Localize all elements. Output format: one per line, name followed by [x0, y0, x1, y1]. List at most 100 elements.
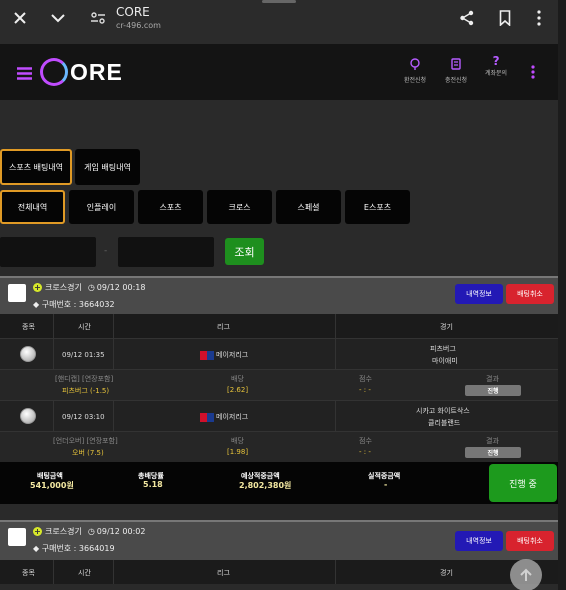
bet-type: 크로스경기 — [45, 283, 82, 292]
baseball-icon — [20, 346, 36, 362]
date-from-input[interactable] — [0, 237, 96, 267]
away-team: 마이애미 — [432, 357, 458, 365]
date-to-input[interactable] — [118, 237, 214, 267]
bet-table-header: 종목 시간 리그 경기 — [0, 314, 558, 338]
score-value: - : - — [359, 386, 371, 394]
bet-pick-row: [언더오버] [연장포함] 오버 (7.5) 배당 [1.98] 점수 - : … — [0, 431, 558, 462]
bet-table-header: 종목 시간 리그 경기 — [0, 560, 558, 584]
date-separator: - — [104, 246, 108, 256]
tab-sports-history[interactable]: 스포츠 배팅내역 — [0, 149, 72, 185]
game-time: 09/12 01:35 — [62, 351, 105, 359]
baseball-icon — [20, 408, 36, 424]
share-icon[interactable] — [455, 6, 479, 30]
url-text: cr-496.com — [116, 21, 161, 30]
menu-withdraw-label: 환전신청 — [404, 77, 427, 84]
menu-account-inquiry[interactable]: ? 계좌문의 — [485, 55, 507, 77]
menu-account-label: 계좌문의 — [485, 70, 508, 77]
game-row: 09/12 01:35 메이저리그 피츠버그 마이애미 — [0, 338, 558, 370]
col-match: 경기 — [440, 323, 453, 331]
league-name: 메이저리그 — [216, 351, 249, 359]
actual-win: - — [384, 480, 388, 489]
site-more-icon[interactable] — [531, 64, 535, 83]
bet-card: + 크로스경기 ◷ 09/12 00:18 ◆ 구매번호 : 3664032 내… — [0, 276, 558, 504]
bet-card-header: + 크로스경기 ◷ 09/12 00:18 ◆ 구매번호 : 3664032 내… — [0, 276, 558, 314]
subtab-sports[interactable]: 스포츠 — [138, 190, 203, 224]
bet-id-line: ◆ 구매번호 : 3664032 — [33, 299, 115, 310]
pick-value: 오버 (7.5) — [72, 449, 104, 457]
market-label: [핸디캡] [연장포함] — [55, 375, 114, 383]
away-team: 클리블랜드 — [428, 419, 461, 427]
tag-icon: ◆ — [33, 300, 42, 309]
url-box[interactable]: CORE cr-496.com — [116, 5, 161, 30]
site-logo[interactable]: ORE — [40, 58, 123, 86]
question-icon: ? — [492, 54, 500, 68]
menu-deposit-label: 충전신청 — [445, 77, 468, 84]
bet-type-line: + 크로스경기 ◷ 09/12 00:02 — [33, 526, 145, 537]
bookmark-icon[interactable] — [493, 6, 517, 30]
tag-icon: ◆ — [33, 544, 42, 553]
bet-pick-row: [핸디캡] [연장포함] 피츠버그 (-1.5) 배당 [2.62] 점수 - … — [0, 369, 558, 400]
bet-summary: 배팅금액 541,000원 총배당률 5.18 예상적중금액 2,802,380… — [0, 462, 558, 504]
score-value: - : - — [359, 448, 371, 456]
cancel-bet-button[interactable]: 배팅취소 — [506, 531, 554, 551]
pick-value: 피츠버그 (-1.5) — [62, 387, 110, 395]
status-badge: 진행 — [465, 385, 521, 396]
withdraw-icon — [410, 58, 420, 70]
cancel-bet-button[interactable]: 배팅취소 — [506, 284, 554, 304]
result-label: 결과 — [486, 437, 499, 445]
close-icon[interactable] — [8, 6, 32, 30]
search-button[interactable]: 조회 — [225, 238, 264, 265]
subtab-all[interactable]: 전체내역 — [0, 190, 65, 224]
subtab-inplay[interactable]: 인플레이 — [69, 190, 134, 224]
menu-deposit[interactable]: 충전신청 — [445, 55, 467, 84]
drag-handle[interactable] — [262, 0, 296, 3]
plus-circle-icon[interactable]: + — [33, 283, 42, 292]
game-league: 메이저리그 — [200, 412, 248, 422]
col-league: 리그 — [217, 323, 230, 331]
detail-button[interactable]: 내역정보 — [455, 531, 503, 551]
detail-button[interactable]: 내역정보 — [455, 284, 503, 304]
bet-id-line: ◆ 구매번호 : 3664019 — [33, 543, 115, 554]
bet-amount: 541,000원 — [30, 481, 74, 490]
logo-text: ORE — [70, 58, 123, 85]
page: CORE cr-496.com ORE 환전신청 충전신청 ? 계좌문의 스포츠… — [0, 0, 558, 590]
tab-title: CORE — [116, 5, 150, 19]
subtab-esports[interactable]: E스포츠 — [345, 190, 410, 224]
bet-select-checkbox[interactable] — [8, 528, 26, 546]
subtab-cross[interactable]: 크로스 — [207, 190, 272, 224]
col-sport: 종목 — [22, 569, 35, 577]
odds-label: 배당 — [231, 437, 244, 445]
bet-date: 09/12 00:18 — [96, 283, 146, 292]
odds-value: [1.98] — [227, 448, 249, 456]
bet-select-checkbox[interactable] — [8, 284, 26, 302]
status-badge: 진행 — [465, 447, 521, 458]
site-settings-icon[interactable] — [86, 6, 110, 30]
mlb-logo-icon — [200, 412, 214, 422]
in-progress-button[interactable]: 진행 중 — [489, 464, 557, 502]
col-match: 경기 — [440, 569, 453, 577]
more-vertical-icon[interactable] — [527, 6, 551, 30]
odds-label: 배당 — [231, 375, 244, 383]
home-team: 시카고 화이트삭스 — [416, 407, 470, 415]
expected-win: 2,802,380원 — [239, 481, 292, 490]
plus-circle-icon[interactable]: + — [33, 527, 42, 536]
menu-withdraw[interactable]: 환전신청 — [404, 55, 426, 84]
bet-date: 09/12 00:02 — [96, 527, 146, 536]
tab-game-history[interactable]: 게임 배팅내역 — [75, 149, 140, 185]
col-league: 리그 — [217, 569, 230, 577]
col-time: 시간 — [78, 569, 91, 577]
scroll-top-button[interactable] — [510, 559, 542, 590]
clock-icon: ◷ — [87, 283, 95, 292]
game-row: 09/12 03:10 메이저리그 시카고 화이트삭스 클리블랜드 — [0, 400, 558, 432]
chevron-down-icon[interactable] — [46, 6, 70, 30]
hamburger-menu-icon[interactable] — [17, 65, 32, 84]
bet-card-header: + 크로스경기 ◷ 09/12 00:02 ◆ 구매번호 : 3664019 내… — [0, 520, 558, 560]
subtab-special[interactable]: 스페셜 — [276, 190, 341, 224]
browser-toolbar: CORE cr-496.com — [0, 0, 558, 44]
home-team: 피츠버그 — [430, 345, 456, 353]
deposit-icon — [451, 58, 461, 70]
mlb-logo-icon — [200, 350, 214, 360]
bet-id: 구매번호 : 3664032 — [41, 300, 115, 309]
scrollbar[interactable] — [558, 0, 566, 590]
site-header: ORE 환전신청 충전신청 ? 계좌문의 — [0, 44, 558, 100]
